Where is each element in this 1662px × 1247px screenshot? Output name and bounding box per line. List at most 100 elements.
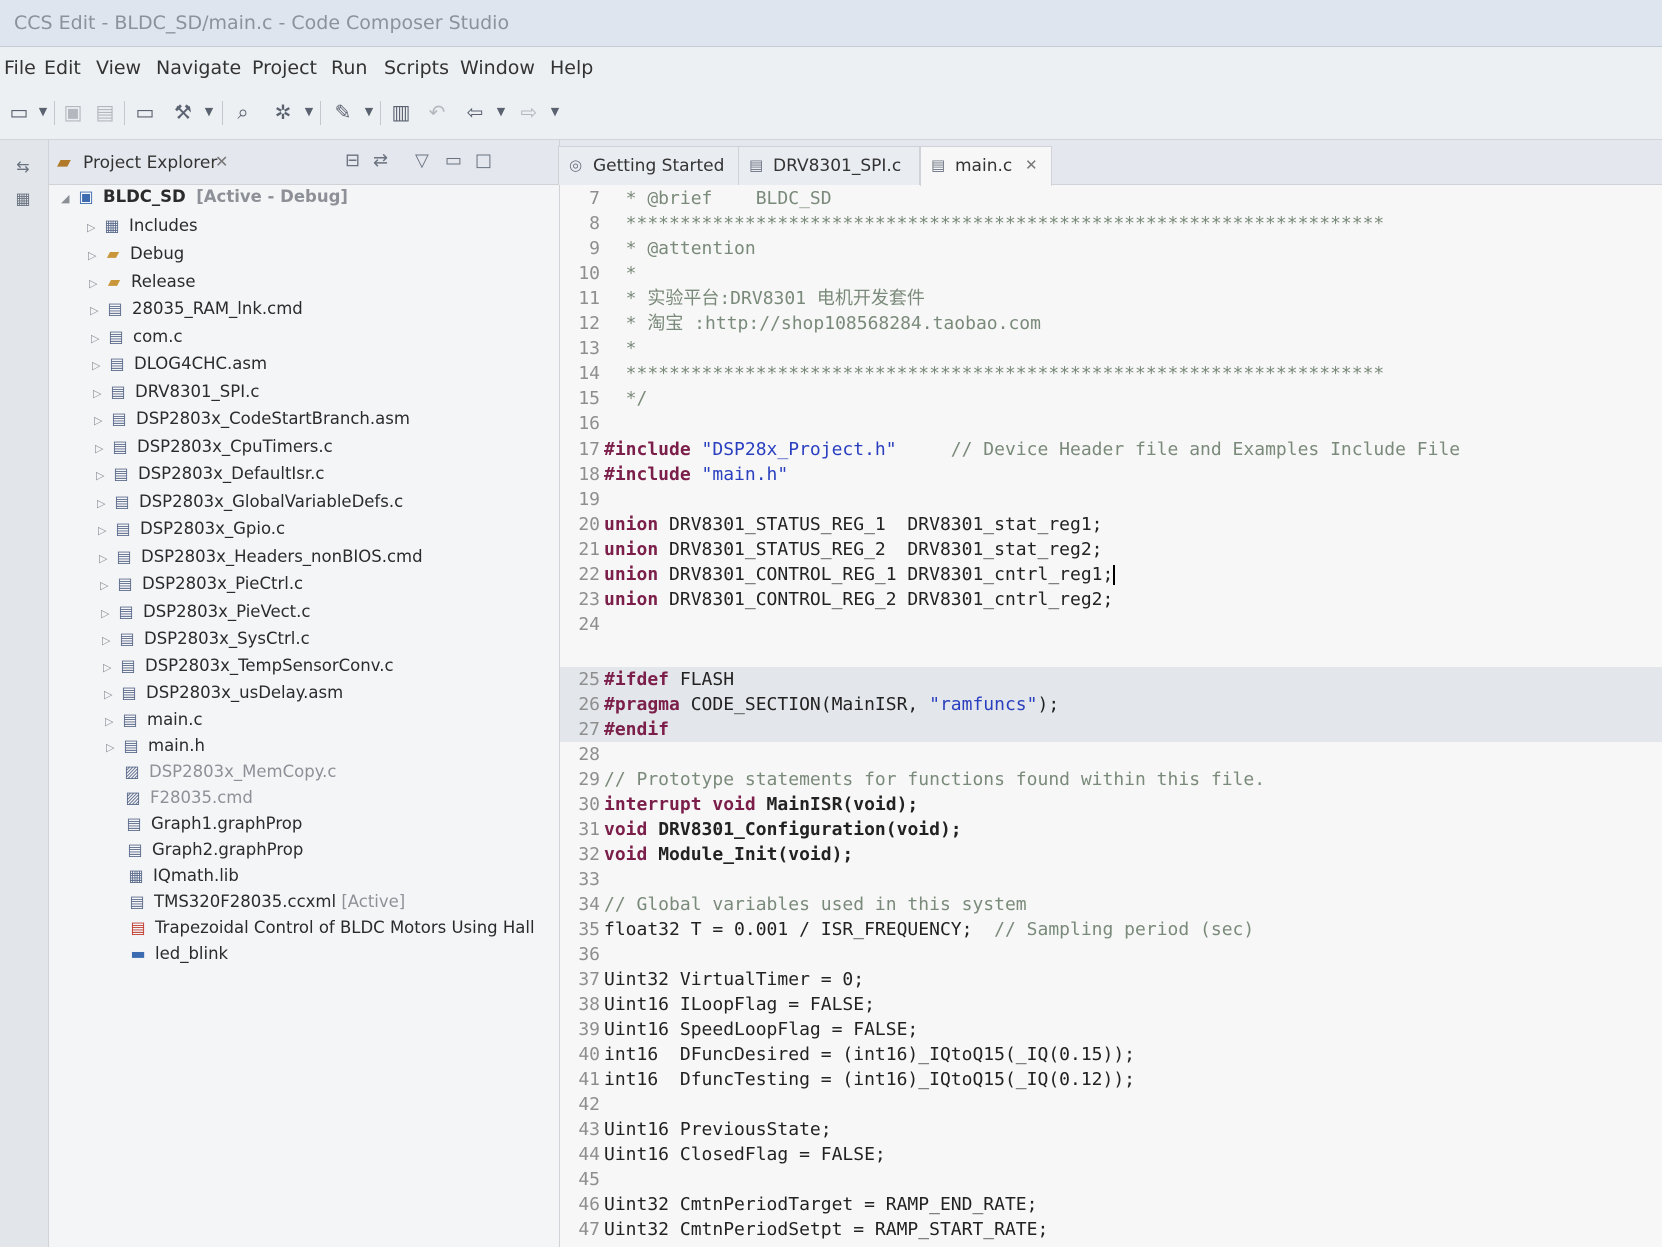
collapsed-arrow-icon[interactable]: ▷	[100, 579, 114, 592]
tree-item-file[interactable]: ▷ ▤ DSP2803x_usDelay.asm	[104, 683, 343, 709]
chevron-down-icon[interactable]: ▼	[488, 99, 514, 125]
collapsed-arrow-icon[interactable]: ▷	[102, 634, 116, 647]
tree-item-file[interactable]: ▷ ▤ DSP2803x_CodeStartBranch.asm	[94, 409, 410, 435]
tree-item-release[interactable]: ▷ ▰ Release	[89, 272, 195, 298]
chevron-down-icon[interactable]: ▼	[542, 99, 568, 125]
tree-item-file[interactable]: ▷ ▤ DLOG4CHC.asm	[92, 354, 267, 380]
tab-getting-started[interactable]: ◎ Getting Started	[558, 146, 740, 185]
flash-icon[interactable]: ✎	[330, 99, 356, 125]
toggle-view-icon[interactable]: ▥	[388, 99, 414, 125]
code-editor[interactable]: 7 * @brief BLDC_SD 8 *******************…	[560, 184, 1662, 1247]
save-icon[interactable]: ▣	[60, 99, 86, 125]
tree-item-file[interactable]: ▷ ▤ DSP2803x_PieVect.c	[101, 602, 310, 628]
link-editor-icon[interactable]: ⇄	[373, 150, 388, 171]
chevron-down-icon[interactable]: ▼	[296, 99, 322, 125]
chevron-down-icon[interactable]: ▼	[196, 99, 222, 125]
tree-item-file[interactable]: ▷ ▤ DSP2803x_Gpio.c	[98, 519, 285, 545]
tree-item-file[interactable]: ▷ ▤ main.c	[105, 710, 203, 736]
collapsed-arrow-icon[interactable]: ▷	[103, 661, 117, 674]
close-icon[interactable]: ✕	[1025, 156, 1038, 174]
tab-main-c[interactable]: ▤ main.c ✕	[920, 146, 1052, 186]
tree-item-file[interactable]: ▷ ▤ DSP2803x_PieCtrl.c	[100, 574, 303, 600]
collapsed-arrow-icon[interactable]: ▷	[89, 277, 103, 290]
view-icon[interactable]: ▦	[12, 188, 34, 210]
view-menu-icon[interactable]: ▽	[415, 150, 429, 171]
last-edit-icon[interactable]: ↶	[424, 99, 450, 125]
collapsed-arrow-icon[interactable]: ▷	[90, 304, 104, 317]
collapsed-arrow-icon[interactable]: ▷	[87, 221, 101, 234]
collapsed-arrow-icon[interactable]: ▷	[98, 524, 112, 537]
collapsed-arrow-icon[interactable]: ▷	[96, 469, 110, 482]
code-string: "ramfuncs"	[929, 694, 1038, 715]
line-number: 35	[578, 919, 600, 940]
tree-item-file[interactable]: ▤ TMS320F28035.ccxml [Active]	[112, 892, 405, 918]
collapsed-arrow-icon[interactable]: ▷	[92, 359, 106, 372]
tree-item-includes[interactable]: ▷ ▦ Includes	[87, 216, 198, 242]
collapsed-arrow-icon[interactable]: ▷	[101, 607, 115, 620]
tree-item-file[interactable]: ▷ ▤ DSP2803x_CpuTimers.c	[95, 437, 333, 463]
tree-item-debug[interactable]: ▷ ▰ Debug	[88, 244, 184, 270]
code-comment: * @attention	[604, 238, 756, 259]
chevron-down-icon[interactable]: ▼	[30, 99, 56, 125]
project-name: BLDC_SD	[103, 187, 186, 206]
code-text: Uint32 CmtnPeriodSetpt = RAMP_START_RATE…	[604, 1219, 1049, 1240]
menu-scripts[interactable]: Scripts	[384, 57, 449, 79]
collapsed-arrow-icon[interactable]: ▷	[91, 332, 105, 345]
tree-item-file[interactable]: ▦ IQmath.lib	[111, 866, 238, 892]
menu-navigate[interactable]: Navigate	[156, 57, 241, 79]
tree-item-file[interactable]: ▷ ▤ DSP2803x_SysCtrl.c	[102, 629, 310, 655]
new-icon[interactable]: ▭	[6, 99, 32, 125]
tab-drv8301-spi[interactable]: ▤ DRV8301_SPI.c	[738, 146, 920, 185]
close-icon[interactable]: ✕	[215, 152, 228, 171]
collapse-all-icon[interactable]: ⊟	[345, 150, 360, 171]
code-line: 27 #endif	[560, 717, 669, 742]
tree-item-file[interactable]: ▷ ▤ com.c	[91, 327, 183, 353]
menu-project[interactable]: Project	[252, 57, 317, 79]
tree-item-project-led-blink[interactable]: ▬ led_blink	[127, 944, 228, 970]
collapsed-arrow-icon[interactable]: ▷	[93, 387, 107, 400]
tree-item-excluded-file[interactable]: ▨ F28035.cmd	[108, 788, 252, 814]
terminal-icon[interactable]: ▭	[132, 99, 158, 125]
chevron-down-icon[interactable]: ▼	[356, 99, 382, 125]
tree-item-file[interactable]: ▷ ▤ 28035_RAM_lnk.cmd	[90, 299, 303, 325]
debug-icon[interactable]: ✲	[270, 99, 296, 125]
tree-item-file[interactable]: ▷ ▤ DSP2803x_GlobalVariableDefs.c	[97, 492, 403, 518]
tree-item-file[interactable]: ▤ Graph2.graphProp	[110, 840, 303, 866]
maximize-icon[interactable]: □	[475, 150, 492, 171]
menu-view[interactable]: View	[96, 57, 141, 79]
menu-window[interactable]: Window	[460, 57, 535, 79]
line-number: 36	[578, 944, 600, 965]
collapsed-arrow-icon[interactable]: ▷	[88, 249, 102, 262]
menu-edit[interactable]: Edit	[44, 57, 81, 79]
collapsed-arrow-icon[interactable]: ▷	[105, 715, 119, 728]
save-all-icon[interactable]: ▤	[92, 99, 118, 125]
code-line: 38 Uint16 ILoopFlag = FALSE;	[560, 992, 875, 1017]
tree-item-file[interactable]: ▷ ▤ DSP2803x_Headers_nonBIOS.cmd	[99, 547, 423, 573]
search-icon[interactable]: ⌕	[230, 99, 256, 125]
collapsed-arrow-icon[interactable]: ▷	[104, 688, 118, 701]
tree-item-file[interactable]: ▷ ▤ main.h	[106, 736, 205, 762]
collapsed-arrow-icon[interactable]: ▷	[97, 497, 111, 510]
collapsed-arrow-icon[interactable]: ▷	[106, 741, 120, 754]
forward-arrow-icon[interactable]: ⇨	[516, 99, 542, 125]
tree-item-file[interactable]: ▷ ▤ DRV8301_SPI.c	[93, 382, 259, 408]
project-explorer-tab[interactable]: ▰ Project Explorer ✕ ⊟ ⇄ ▽ ▭ □	[49, 140, 559, 185]
tree-root-project[interactable]: ◢ ▣ BLDC_SD [Active - Debug]	[61, 187, 348, 213]
back-arrow-icon[interactable]: ⇦	[462, 99, 488, 125]
tree-item-file[interactable]: ▷ ▤ DSP2803x_TempSensorConv.c	[103, 656, 394, 682]
build-hammer-icon[interactable]: ⚒	[170, 99, 196, 125]
menu-file[interactable]: File	[4, 57, 36, 79]
restore-icon[interactable]: ⇆	[12, 156, 34, 178]
menu-run[interactable]: Run	[331, 57, 367, 79]
tree-item-file[interactable]: ▤ Graph1.graphProp	[109, 814, 302, 840]
collapsed-arrow-icon[interactable]: ▷	[99, 552, 113, 565]
tree-item-excluded-file[interactable]: ▨ DSP2803x_MemCopy.c	[107, 762, 336, 788]
collapsed-arrow-icon[interactable]: ▷	[95, 442, 109, 455]
expanded-arrow-icon[interactable]: ◢	[61, 192, 75, 205]
tree-item-file[interactable]: ▷ ▤ DSP2803x_DefaultIsr.c	[96, 464, 324, 490]
minimize-icon[interactable]: ▭	[445, 150, 462, 171]
menu-help[interactable]: Help	[550, 57, 593, 79]
code-keyword: union	[604, 539, 659, 560]
tree-item-file[interactable]: ▤ Trapezoidal Control of BLDC Motors Usin…	[113, 918, 534, 944]
collapsed-arrow-icon[interactable]: ▷	[94, 414, 108, 427]
